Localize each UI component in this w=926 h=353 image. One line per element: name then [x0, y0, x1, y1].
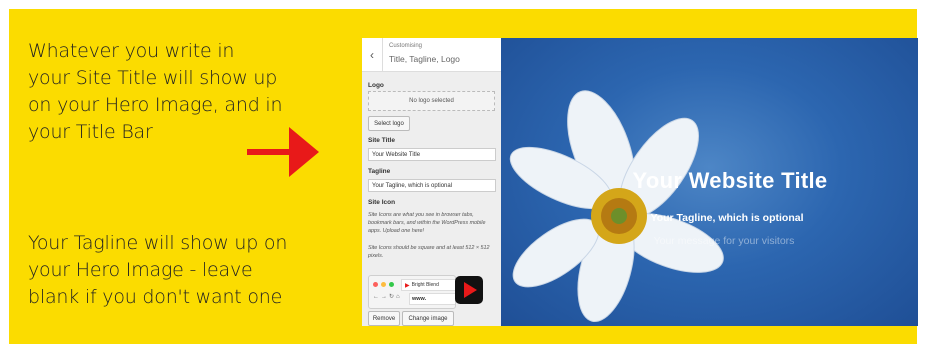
- explanation-line: blank if you don't want one: [28, 286, 283, 308]
- hero-message: Your message for your visitors: [653, 235, 795, 247]
- explanation-line: on your Hero Image, and in: [28, 94, 283, 116]
- preview-tab-label: Bright Blend: [411, 282, 439, 288]
- play-icon: [464, 282, 477, 298]
- preview-tab: ▶ Bright Blend: [401, 279, 455, 291]
- site-title-field[interactable]: Your Website Title: [368, 148, 496, 161]
- customizer-breadcrumb: Customising: [389, 43, 423, 49]
- maximize-dot-icon: [389, 282, 394, 287]
- logo-placeholder: No logo selected: [368, 91, 495, 111]
- customizer-section-title: Title, Tagline, Logo: [389, 54, 460, 64]
- customizer-header: ‹ Customising Title, Tagline, Logo: [362, 38, 501, 72]
- chevron-left-icon[interactable]: ‹: [362, 38, 383, 71]
- explanation-line: your Hero Image - leave: [28, 259, 253, 281]
- select-logo-button[interactable]: Select logo: [368, 116, 410, 131]
- logo-label: Logo: [368, 82, 384, 89]
- play-icon: ▶: [405, 282, 410, 289]
- site-title-label: Site Title: [368, 137, 395, 144]
- site-title-explanation: Whatever you write in your Site Title wi…: [28, 38, 283, 146]
- site-icon-label: Site Icon: [368, 199, 396, 206]
- hero-tagline: Your Tagline, which is optional: [650, 212, 804, 224]
- browser-tab-preview: ▶ Bright Blend ←→↻⌂ www.: [368, 275, 456, 309]
- explanation-line: your Site Title will show up: [28, 67, 278, 89]
- close-dot-icon: [373, 282, 378, 287]
- explanation-line: Whatever you write in: [28, 40, 235, 62]
- site-icon-description: Site Icons are what you see in browser t…: [368, 212, 486, 234]
- preview-url: www.: [409, 293, 455, 305]
- remove-button[interactable]: Remove: [368, 311, 400, 326]
- explanation-line: Your Tagline will show up on: [28, 232, 288, 254]
- tagline-label: Tagline: [368, 168, 391, 175]
- site-icon-size-note: Site Icons should be square and at least…: [368, 245, 490, 259]
- tagline-explanation: Your Tagline will show up on your Hero I…: [28, 230, 287, 311]
- tagline-field[interactable]: Your Tagline, which is optional: [368, 179, 496, 192]
- hero-title: Your Website Title: [632, 168, 828, 193]
- explanation-line: your Title Bar: [28, 121, 153, 143]
- browser-nav-icons: ←→↻⌂: [373, 294, 402, 300]
- minimize-dot-icon: [381, 282, 386, 287]
- site-icon-preview: [455, 276, 483, 304]
- customizer-panel: ‹ Customising Title, Tagline, Logo Logo …: [362, 38, 502, 326]
- change-image-button[interactable]: Change image: [402, 311, 454, 326]
- hero-image-preview: Your Website Title Your Tagline, which i…: [501, 38, 918, 326]
- red-arrow-icon: [247, 127, 319, 177]
